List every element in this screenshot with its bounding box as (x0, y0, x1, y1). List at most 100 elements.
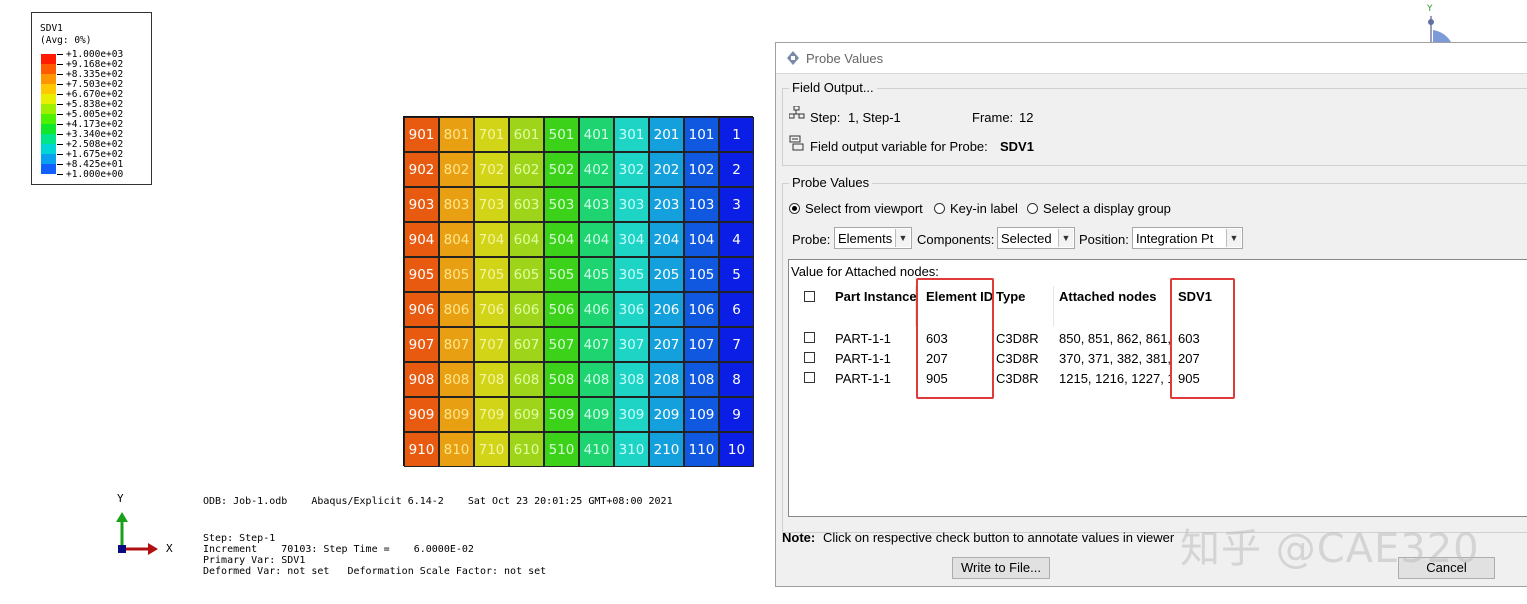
element-cell[interactable]: 101 (684, 117, 719, 152)
element-cell[interactable]: 301 (614, 117, 649, 152)
element-cell[interactable]: 405 (579, 257, 614, 292)
element-cell[interactable]: 709 (474, 397, 509, 432)
radio-select-from-viewport-label[interactable]: Select from viewport (805, 201, 923, 216)
element-cell[interactable]: 609 (509, 397, 544, 432)
element-cell[interactable]: 602 (509, 152, 544, 187)
element-cell[interactable]: 201 (649, 117, 684, 152)
element-cell[interactable]: 603 (509, 187, 544, 222)
element-cell[interactable]: 908 (404, 362, 439, 397)
element-cell[interactable]: 407 (579, 327, 614, 362)
element-cell[interactable]: 109 (684, 397, 719, 432)
element-cell[interactable]: 404 (579, 222, 614, 257)
element-cell[interactable]: 210 (649, 432, 684, 467)
element-cell[interactable]: 604 (509, 222, 544, 257)
element-cell[interactable]: 305 (614, 257, 649, 292)
element-cell[interactable]: 801 (439, 117, 474, 152)
element-cell[interactable]: 306 (614, 292, 649, 327)
element-cell[interactable]: 9 (719, 397, 754, 432)
element-cell[interactable]: 303 (614, 187, 649, 222)
header-attached-nodes[interactable]: Attached nodes (1059, 289, 1157, 304)
element-cell[interactable]: 504 (544, 222, 579, 257)
element-cell[interactable]: 705 (474, 257, 509, 292)
element-cell[interactable]: 506 (544, 292, 579, 327)
element-cell[interactable]: 701 (474, 117, 509, 152)
element-cell[interactable]: 308 (614, 362, 649, 397)
element-cell[interactable]: 502 (544, 152, 579, 187)
element-cell[interactable]: 809 (439, 397, 474, 432)
element-cell[interactable]: 409 (579, 397, 614, 432)
element-cell[interactable]: 803 (439, 187, 474, 222)
element-cell[interactable]: 208 (649, 362, 684, 397)
element-cell[interactable]: 209 (649, 397, 684, 432)
radio-select-display-group-label[interactable]: Select a display group (1043, 201, 1171, 216)
element-cell[interactable]: 907 (404, 327, 439, 362)
element-cell[interactable]: 206 (649, 292, 684, 327)
element-cell[interactable]: 702 (474, 152, 509, 187)
element-cell[interactable]: 107 (684, 327, 719, 362)
element-cell[interactable]: 410 (579, 432, 614, 467)
element-cell[interactable]: 606 (509, 292, 544, 327)
element-cell[interactable]: 403 (579, 187, 614, 222)
radio-key-in-label[interactable] (934, 203, 945, 214)
element-cell[interactable]: 402 (579, 152, 614, 187)
element-cell[interactable]: 302 (614, 152, 649, 187)
element-cell[interactable]: 406 (579, 292, 614, 327)
element-cell[interactable]: 601 (509, 117, 544, 152)
element-cell[interactable]: 503 (544, 187, 579, 222)
position-select[interactable]: Integration Pt ▼ (1132, 227, 1243, 249)
element-cell[interactable]: 310 (614, 432, 649, 467)
element-cell[interactable]: 904 (404, 222, 439, 257)
element-cell[interactable]: 905 (404, 257, 439, 292)
element-cell[interactable]: 104 (684, 222, 719, 257)
element-cell[interactable]: 707 (474, 327, 509, 362)
element-cell[interactable]: 810 (439, 432, 474, 467)
element-cell[interactable]: 501 (544, 117, 579, 152)
radio-select-display-group[interactable] (1027, 203, 1038, 214)
element-cell[interactable]: 805 (439, 257, 474, 292)
element-cell[interactable]: 508 (544, 362, 579, 397)
radio-key-in-label-label[interactable]: Key-in label (950, 201, 1018, 216)
element-cell[interactable]: 505 (544, 257, 579, 292)
element-cell[interactable]: 806 (439, 292, 474, 327)
element-cell[interactable]: 4 (719, 222, 754, 257)
element-cell[interactable]: 903 (404, 187, 439, 222)
element-cell[interactable]: 902 (404, 152, 439, 187)
element-cell[interactable]: 106 (684, 292, 719, 327)
element-cell[interactable]: 207 (649, 327, 684, 362)
element-cell[interactable]: 204 (649, 222, 684, 257)
element-cell[interactable]: 2 (719, 152, 754, 187)
element-cell[interactable]: 704 (474, 222, 509, 257)
element-cell[interactable]: 608 (509, 362, 544, 397)
dialog-titlebar[interactable]: Probe Values (776, 43, 1527, 74)
row-checkbox[interactable] (804, 332, 815, 343)
element-cell[interactable]: 304 (614, 222, 649, 257)
select-all-checkbox[interactable] (804, 291, 815, 302)
element-cell[interactable]: 108 (684, 362, 719, 397)
element-cell[interactable]: 605 (509, 257, 544, 292)
element-cell[interactable]: 309 (614, 397, 649, 432)
element-cell[interactable]: 401 (579, 117, 614, 152)
element-cell[interactable]: 610 (509, 432, 544, 467)
row-checkbox[interactable] (804, 352, 815, 363)
element-cell[interactable]: 3 (719, 187, 754, 222)
element-cell[interactable]: 103 (684, 187, 719, 222)
element-cell[interactable]: 202 (649, 152, 684, 187)
element-cell[interactable]: 607 (509, 327, 544, 362)
element-cell[interactable]: 110 (684, 432, 719, 467)
row-checkbox[interactable] (804, 372, 815, 383)
element-cell[interactable]: 808 (439, 362, 474, 397)
element-cell[interactable]: 307 (614, 327, 649, 362)
element-cell[interactable]: 509 (544, 397, 579, 432)
header-part-instance[interactable]: Part Instance (835, 289, 917, 304)
write-to-file-button[interactable]: Write to File... (952, 557, 1050, 579)
element-cell[interactable]: 8 (719, 362, 754, 397)
probe-select[interactable]: Elements ▼ (834, 227, 912, 249)
element-cell[interactable]: 703 (474, 187, 509, 222)
element-cell[interactable]: 203 (649, 187, 684, 222)
element-cell[interactable]: 105 (684, 257, 719, 292)
mesh-viewport[interactable]: 901 801 701 601 501 401 301 201 101 1 902 802 702 602… (403, 116, 754, 467)
element-cell[interactable]: 802 (439, 152, 474, 187)
element-cell[interactable]: 807 (439, 327, 474, 362)
element-cell[interactable]: 706 (474, 292, 509, 327)
element-cell[interactable]: 906 (404, 292, 439, 327)
